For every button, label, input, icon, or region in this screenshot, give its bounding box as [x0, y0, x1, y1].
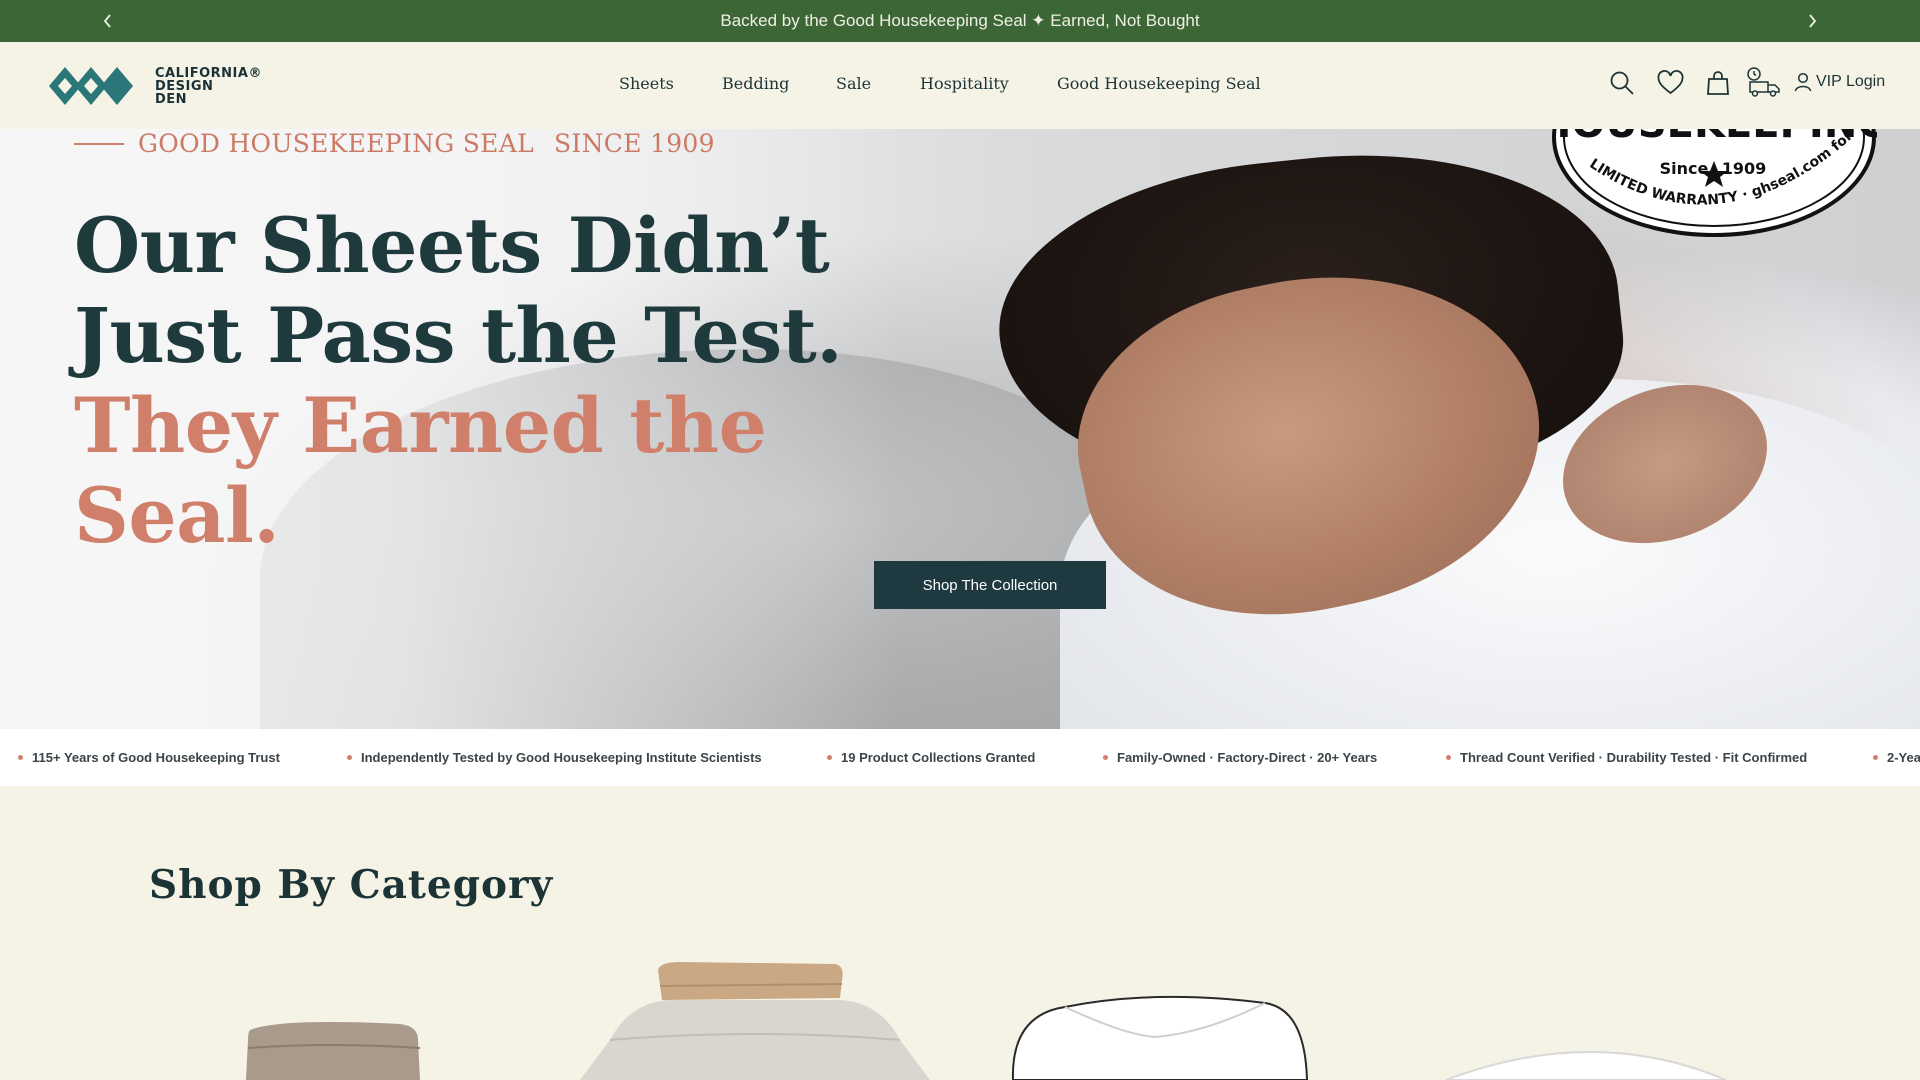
hero-title-line-1: Our Sheets Didn’t — [74, 201, 830, 290]
bullet-dot-icon — [1873, 755, 1878, 760]
announcement-next-button[interactable] — [1800, 9, 1824, 33]
vip-login-link[interactable]: VIP Login — [1794, 72, 1885, 92]
category-pillows-image[interactable] — [1440, 1050, 1730, 1080]
hero-title-line-3: They Earned the — [74, 381, 767, 470]
nav-bedding[interactable]: Bedding — [722, 74, 789, 93]
order-tracking-button[interactable] — [1746, 66, 1782, 103]
wishlist-button[interactable] — [1657, 70, 1684, 101]
brand-line-2: DESIGN — [155, 78, 214, 94]
chevron-left-icon — [103, 14, 111, 28]
vip-login-label: VIP Login — [1816, 73, 1886, 90]
trust-item: 115+ Years of Good Housekeeping Trust — [18, 750, 280, 765]
user-icon — [1794, 72, 1812, 92]
heart-icon — [1657, 70, 1684, 95]
chevron-right-icon — [1809, 14, 1817, 28]
bullet-dot-icon — [1103, 755, 1108, 760]
logo-mark-icon — [49, 67, 133, 105]
trust-item: Family-Owned · Factory-Direct · 20+ Year… — [1103, 750, 1377, 765]
nav-hospitality[interactable]: Hospitality — [920, 74, 1009, 93]
announcement-bar: Backed by the Good Housekeeping Seal ✦ E… — [0, 0, 1920, 42]
eyebrow-seal-text: GOOD HOUSEKEEPING SEAL — [138, 129, 534, 158]
site-header: CALIFORNIA® DESIGN DEN Sheets Bedding Sa… — [0, 42, 1920, 129]
shop-collection-button[interactable]: Shop The Collection — [874, 561, 1106, 609]
shopping-bag-icon — [1707, 71, 1729, 95]
hero-headline: Our Sheets Didn’t Just Pass the Test. Th… — [74, 201, 843, 561]
bullet-dot-icon — [347, 755, 352, 760]
trust-item: 19 Product Collections Granted — [827, 750, 1035, 765]
search-icon — [1610, 71, 1634, 95]
search-button[interactable] — [1609, 70, 1635, 101]
hero-title-line-2: Just Pass the Test. — [74, 291, 843, 380]
bullet-dot-icon — [1446, 755, 1451, 760]
hero-eyebrow: GOOD HOUSEKEEPING SEAL SINCE 1909 — [74, 129, 715, 158]
trust-marquee: 115+ Years of Good Housekeeping Trust In… — [0, 729, 1920, 786]
category-section-title: Shop By Category — [149, 862, 554, 908]
nav-sale[interactable]: Sale — [836, 74, 871, 93]
announcement-prev-button[interactable] — [96, 9, 120, 33]
delivery-truck-clock-icon — [1747, 67, 1780, 97]
bullet-dot-icon — [827, 755, 832, 760]
cart-button[interactable] — [1706, 70, 1730, 101]
trust-item: Thread Count Verified · Durability Teste… — [1446, 750, 1807, 765]
hero-banner: GOOD HOUSEKEEPING SEAL SINCE 1909 Our Sh… — [0, 129, 1920, 729]
trust-item: 2-Yea — [1873, 750, 1920, 765]
category-pillowcases-image[interactable] — [570, 960, 940, 1080]
hero-title-line-4: Seal. — [74, 471, 280, 560]
brand-line-1: CALIFORNIA® — [155, 65, 262, 81]
announcement-text: Backed by the Good Housekeeping Seal ✦ E… — [720, 11, 1200, 30]
nav-sheets[interactable]: Sheets — [619, 74, 674, 93]
eyebrow-since-text: SINCE 1909 — [554, 129, 715, 158]
seal-year: 1909 — [1722, 159, 1767, 178]
brand-line-3: DEN — [155, 91, 188, 107]
nav-good-housekeeping-seal[interactable]: Good Housekeeping Seal — [1057, 74, 1261, 93]
category-comforters-image[interactable] — [1005, 985, 1315, 1080]
good-housekeeping-seal-badge: HOUSEKEEPING Since 1909 LIMITED WARRANTY… — [1551, 129, 1877, 237]
eyebrow-rule — [74, 142, 124, 145]
seal-since: Since — [1660, 159, 1709, 178]
brand-logo[interactable]: CALIFORNIA® DESIGN DEN — [49, 63, 262, 109]
category-sheets-image[interactable] — [240, 1010, 430, 1080]
trust-item: Independently Tested by Good Housekeepin… — [347, 750, 762, 765]
bullet-dot-icon — [18, 755, 23, 760]
